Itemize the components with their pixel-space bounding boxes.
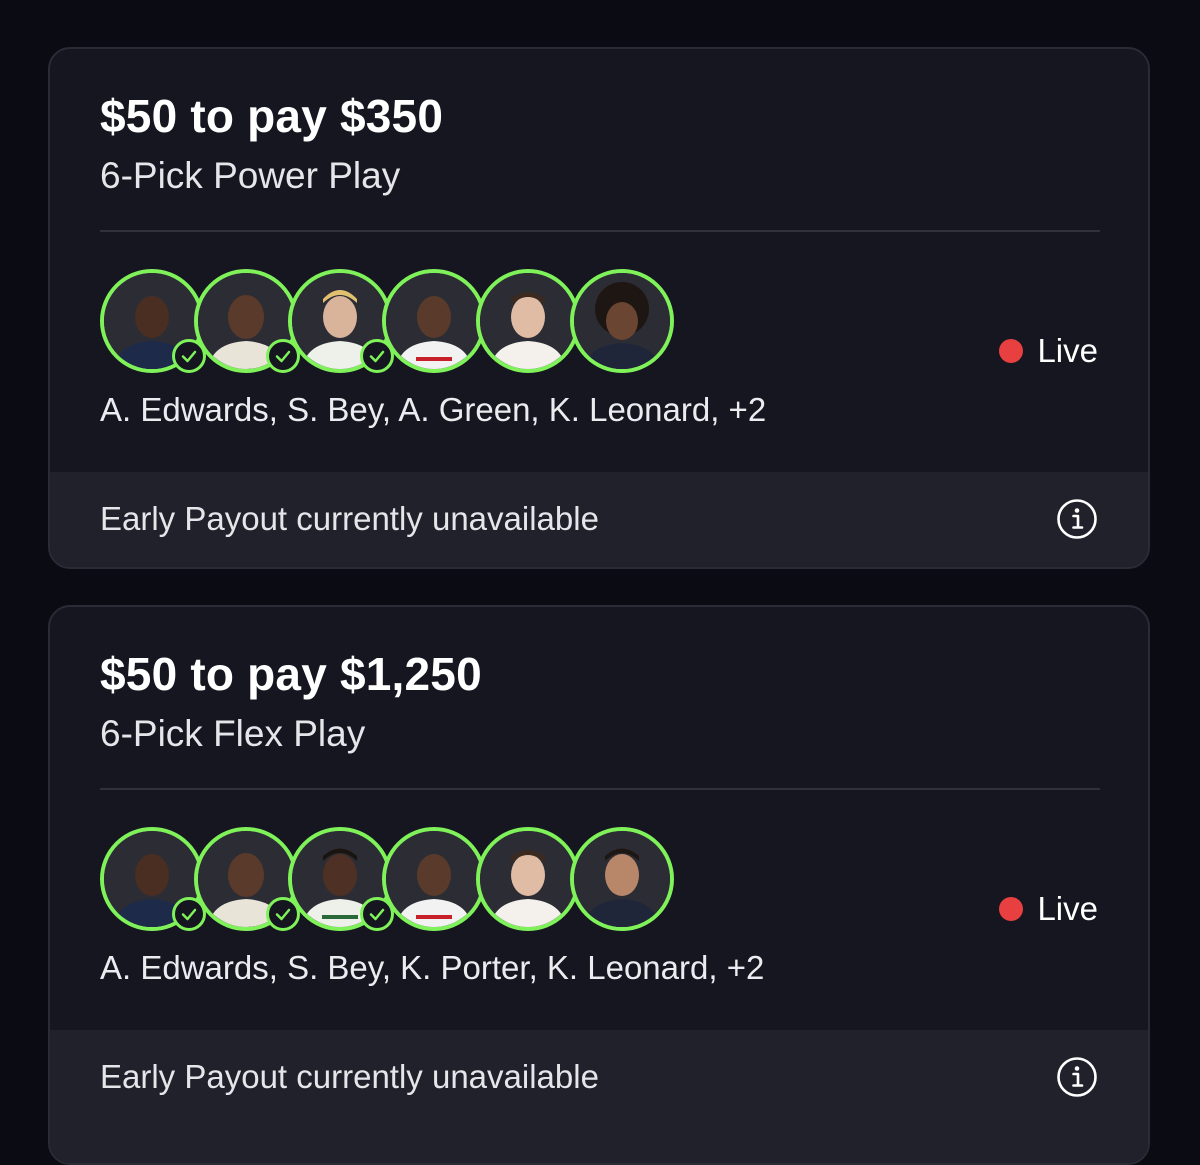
- player-avatar: [476, 827, 580, 931]
- check-icon: [266, 339, 300, 373]
- live-dot-icon: [999, 339, 1024, 363]
- player-avatars: [100, 269, 690, 377]
- entry-card[interactable]: $50 to pay $1,250 6-Pick Flex Play Live …: [48, 605, 1150, 1165]
- check-icon: [172, 339, 206, 373]
- entry-payout-title: $50 to pay $1,250: [100, 648, 482, 700]
- entry-payout-title: $50 to pay $350: [100, 90, 444, 142]
- live-dot-icon: [999, 897, 1024, 921]
- divider: [100, 230, 1100, 232]
- player-avatar: [570, 269, 674, 373]
- check-icon: [360, 339, 394, 373]
- players-summary: A. Edwards, S. Bey, A. Green, K. Leonard…: [100, 391, 767, 428]
- check-icon: [266, 897, 300, 931]
- player-avatars: [100, 827, 690, 935]
- entry-play-type: 6-Pick Flex Play: [100, 713, 366, 754]
- entry-card[interactable]: $50 to pay $350 6-Pick Power Play Live A…: [48, 47, 1150, 569]
- divider: [100, 788, 1100, 790]
- player-avatar: [476, 269, 580, 373]
- live-label: Live: [1037, 890, 1098, 927]
- player-avatar: [570, 827, 674, 931]
- early-payout-text: Early Payout currently unavailable: [100, 500, 599, 537]
- live-status: Live: [999, 890, 1098, 928]
- players-summary: A. Edwards, S. Bey, K. Porter, K. Leonar…: [100, 949, 765, 986]
- info-icon[interactable]: [1056, 498, 1098, 540]
- early-payout-bar: Early Payout currently unavailable: [50, 1030, 1148, 1163]
- early-payout-text: Early Payout currently unavailable: [100, 1058, 599, 1095]
- entry-play-type: 6-Pick Power Play: [100, 155, 401, 196]
- live-status: Live: [999, 332, 1098, 370]
- info-icon[interactable]: [1056, 1056, 1098, 1098]
- check-icon: [172, 897, 206, 931]
- player-avatar: [382, 827, 486, 931]
- early-payout-bar: Early Payout currently unavailable: [50, 472, 1148, 567]
- check-icon: [360, 897, 394, 931]
- player-avatar: [382, 269, 486, 373]
- live-label: Live: [1037, 332, 1098, 369]
